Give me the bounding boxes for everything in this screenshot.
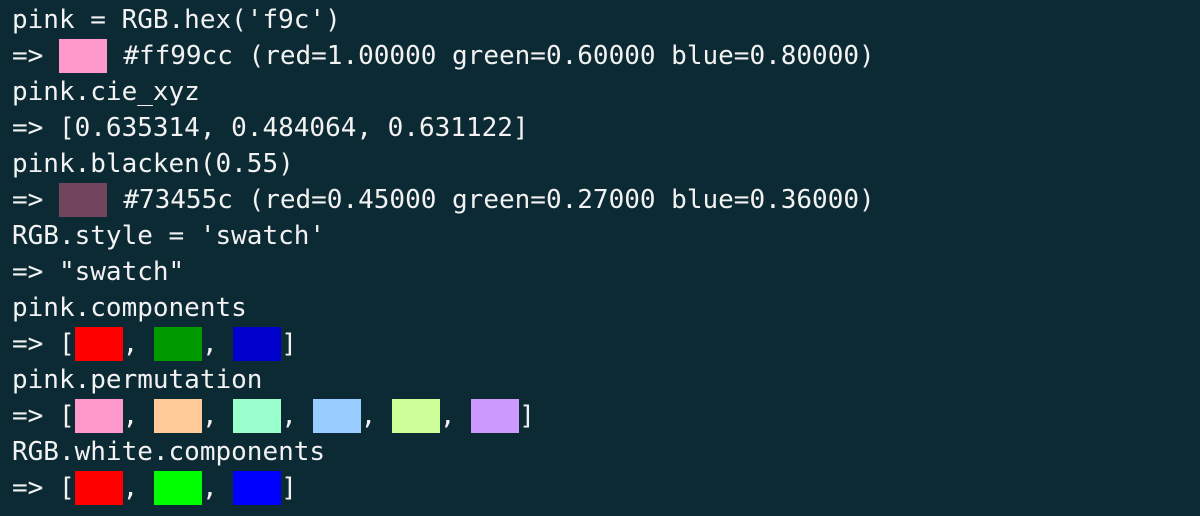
list-separator: , <box>439 401 472 431</box>
result-prefix: => [ <box>12 473 75 503</box>
result-suffix: ] <box>281 329 297 359</box>
command-text: pink.permutation <box>12 365 263 395</box>
result-text: #73455c (red=0.45000 green=0.27000 blue=… <box>123 185 875 215</box>
color-swatch <box>312 399 361 433</box>
output-line-hex: => #ff99cc (red=1.00000 green=0.60000 bl… <box>12 38 1200 74</box>
output-line-cie-xyz: => [0.635314, 0.484064, 0.631122] <box>12 110 1200 146</box>
color-swatch <box>233 327 282 361</box>
result-suffix: ] <box>281 473 297 503</box>
result-text: => "swatch" <box>12 257 185 287</box>
color-swatch <box>59 183 108 217</box>
terminal-window[interactable]: pink = RGB.hex('f9c') => #ff99cc (red=1.… <box>0 0 1200 516</box>
result-suffix: ] <box>519 401 535 431</box>
list-separator: , <box>122 401 154 431</box>
command-text: pink.blacken(0.55) <box>12 149 294 179</box>
color-swatch <box>153 327 202 361</box>
input-line-components: pink.components <box>12 290 1200 326</box>
list-separator: , <box>122 329 154 359</box>
list-separator: , <box>201 401 234 431</box>
color-swatch <box>74 471 123 505</box>
input-line-style: RGB.style = 'swatch' <box>12 218 1200 254</box>
list-separator: , <box>201 329 234 359</box>
input-line-white-components: RGB.white.components <box>12 434 1200 470</box>
color-swatch <box>233 399 282 433</box>
color-swatch <box>391 399 440 433</box>
output-line-style: => "swatch" <box>12 254 1200 290</box>
result-text: => [0.635314, 0.484064, 0.631122] <box>12 113 529 143</box>
output-line-blacken: => #73455c (red=0.45000 green=0.27000 bl… <box>12 182 1200 218</box>
output-line-components: => [, , ] <box>12 326 1200 362</box>
list-separator: , <box>201 473 234 503</box>
input-line-hex: pink = RGB.hex('f9c') <box>12 2 1200 38</box>
output-line-white-components: => [, , ] <box>12 470 1200 506</box>
command-text: pink.cie_xyz <box>12 77 200 107</box>
list-separator: , <box>281 401 313 431</box>
color-swatch <box>74 399 123 433</box>
color-swatch <box>233 471 282 505</box>
input-line-permutation: pink.permutation <box>12 362 1200 398</box>
result-arrow: => <box>12 185 44 215</box>
input-line-blacken: pink.blacken(0.55) <box>12 146 1200 182</box>
result-arrow: => <box>12 41 44 71</box>
color-swatch <box>74 327 123 361</box>
list-separator: , <box>360 401 392 431</box>
output-line-permutation: => [, , , , , ] <box>12 398 1200 434</box>
result-text: #ff99cc (red=1.00000 green=0.60000 blue=… <box>123 41 875 71</box>
command-text: pink = RGB.hex('f9c') <box>12 5 341 35</box>
color-swatch <box>153 471 202 505</box>
color-swatch <box>153 399 202 433</box>
result-prefix: => [ <box>12 401 75 431</box>
color-swatch <box>59 39 108 73</box>
input-line-cie-xyz: pink.cie_xyz <box>12 74 1200 110</box>
list-separator: , <box>122 473 154 503</box>
command-text: RGB.white.components <box>12 437 326 467</box>
color-swatch <box>471 399 520 433</box>
result-prefix: => [ <box>12 329 75 359</box>
command-text: RGB.style = 'swatch' <box>12 221 326 251</box>
command-text: pink.components <box>12 293 247 323</box>
